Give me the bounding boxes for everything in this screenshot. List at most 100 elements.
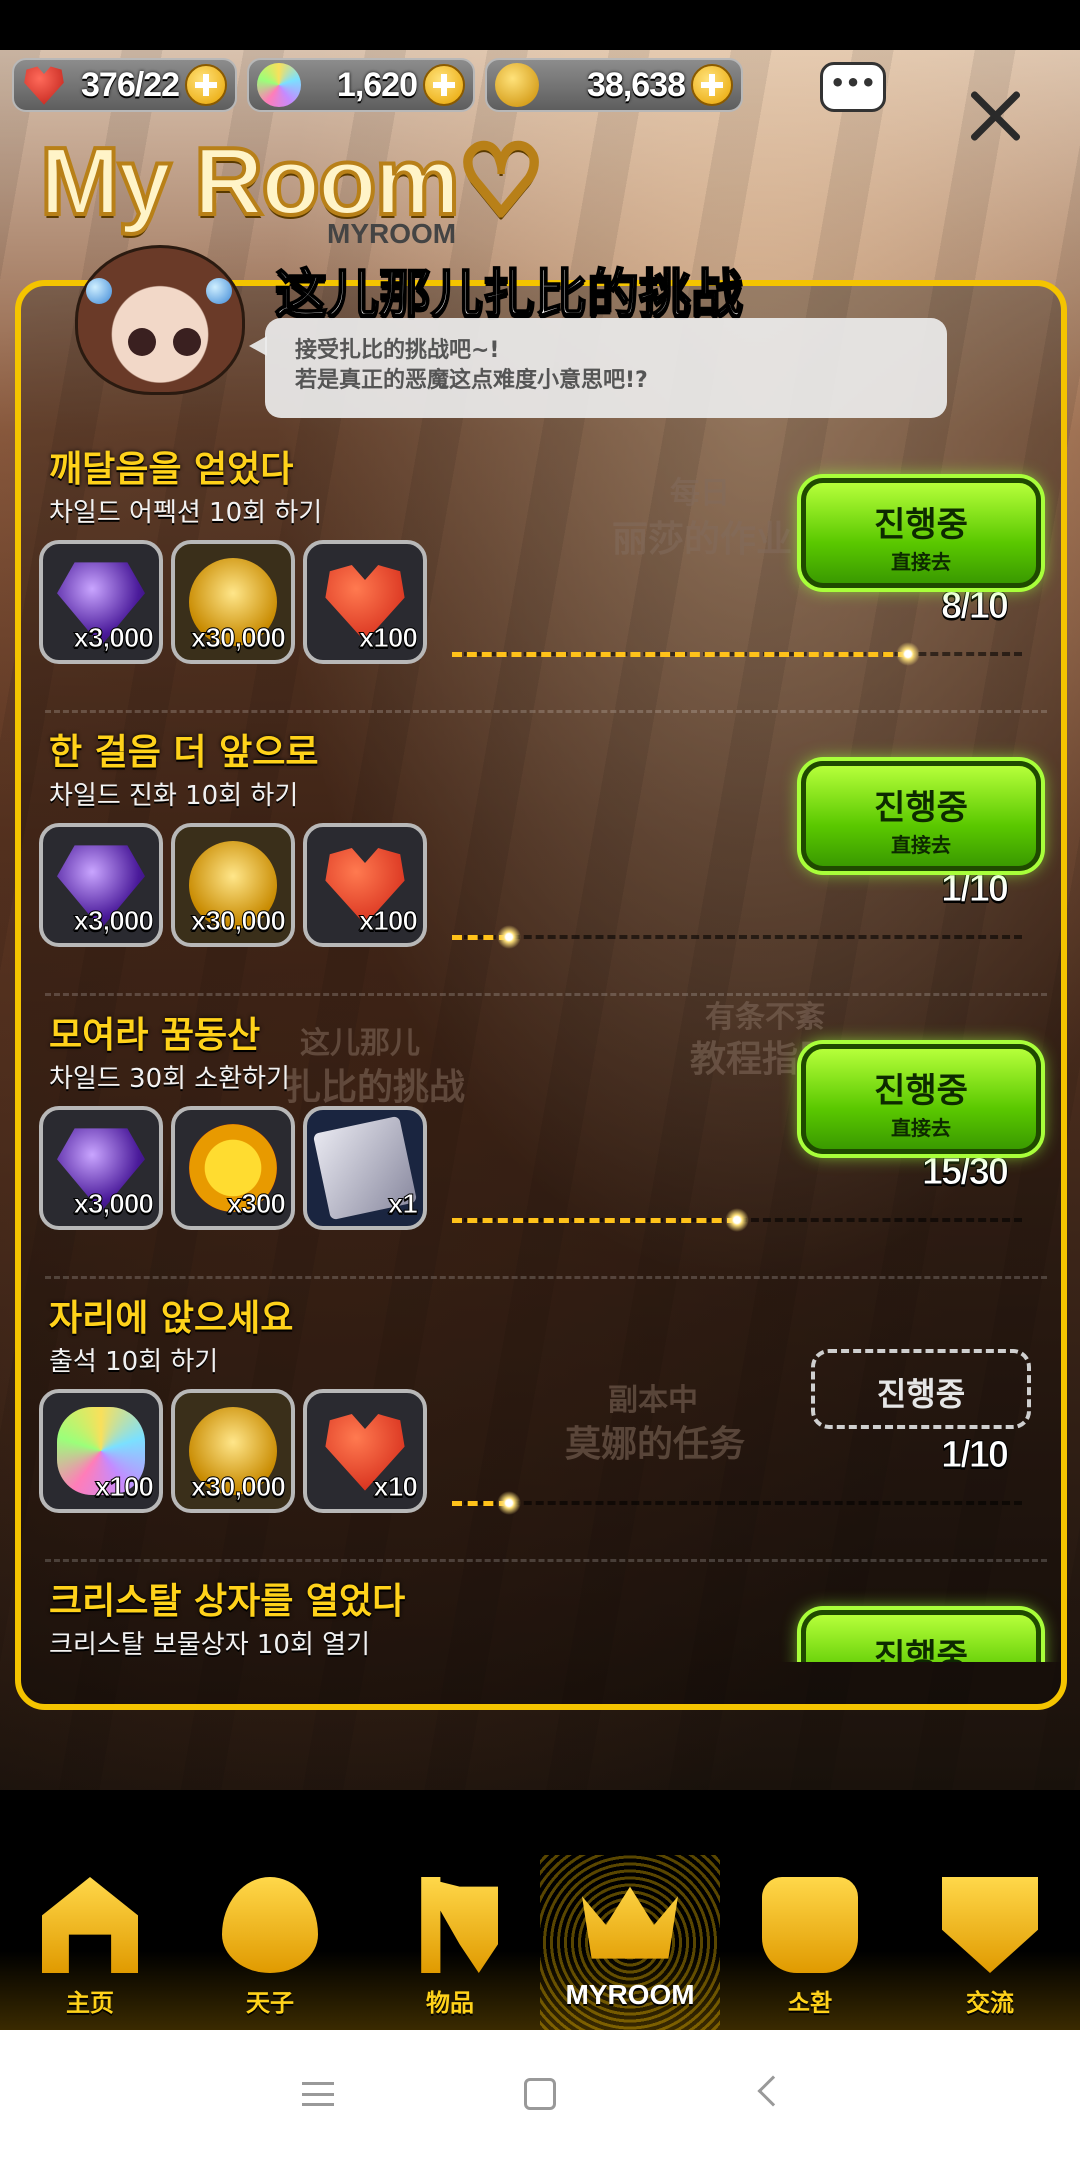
close-icon[interactable] — [965, 85, 1025, 145]
nav-exchange-label: 交流 — [966, 1989, 1014, 2017]
quest-description: 크리스탈 보물상자 10회 열기 — [49, 1630, 370, 1660]
hearts-value: 376/22 — [81, 65, 180, 104]
add-gold-icon[interactable] — [691, 64, 733, 106]
bottom-nav: 主页 天子 物品 MYROOM 소환 交流 — [0, 1855, 1080, 2030]
progress-spark-icon — [896, 642, 920, 666]
potion-heart-icon — [762, 1877, 858, 1973]
speech-bubble: 接受扎比的挑战吧~! 若是真正的恶魔这点难度小意思吧!? — [249, 318, 947, 418]
add-gems-icon[interactable] — [423, 64, 465, 106]
quest-description: 차일드 30회 소환하기 — [49, 1064, 290, 1094]
nav-tianzi-label: 天子 — [246, 1989, 294, 2017]
quest-title: 자리에 앉으세요 — [49, 1298, 294, 1339]
quest-title: 한 걸음 더 앞으로 — [49, 732, 319, 773]
reward-quantity: x3,000 — [73, 622, 155, 654]
reward-item[interactable]: x30,000 — [171, 1389, 295, 1513]
progress-count: 1/10 — [941, 1434, 1010, 1477]
go-button[interactable]: 진행중 直接去 — [801, 1044, 1041, 1154]
go-button-label: 진행중 — [874, 788, 968, 828]
reward-item[interactable]: x3,000 — [39, 823, 163, 947]
quest-item: 크리스탈 상자를 열었다 크리스탈 보물상자 10회 열기 진행중 — [15, 1562, 1067, 1662]
quest-item: 한 걸음 더 앞으로 차일드 진화 10회 하기 x3,000 x30,000 … — [15, 713, 1067, 996]
reward-list: x100 x30,000 x10 — [39, 1389, 427, 1513]
gold-value: 38,638 — [587, 65, 686, 104]
quest-description: 차일드 진화 10회 하기 — [49, 781, 299, 811]
nav-items-label: 物品 — [426, 1989, 474, 2017]
gems-counter[interactable]: 1,620 — [247, 58, 475, 112]
shield-icon — [942, 1877, 1038, 1973]
go-button-label: 진행중 — [874, 505, 968, 545]
quest-item: 자리에 앉으세요 출석 10회 하기 x100 x30,000 x10 1/10… — [15, 1279, 1067, 1562]
resource-bar: 376/22 1,620 38,638 — [12, 58, 743, 114]
reward-item[interactable]: x30,000 — [171, 540, 295, 664]
reward-quantity: x300 — [226, 1188, 286, 1220]
nav-items[interactable]: 物品 — [360, 1855, 540, 2030]
progress-count: 1/10 — [941, 868, 1010, 911]
reward-list: x3,000 x30,000 x100 — [39, 540, 427, 664]
go-button-label: 진행중 — [874, 1071, 968, 1111]
progress-track — [452, 1501, 1022, 1505]
home-square-icon[interactable] — [524, 2078, 556, 2110]
reward-item[interactable]: x100 — [39, 1389, 163, 1513]
reward-list: x3,000 x300 x1 — [39, 1106, 427, 1230]
quest-item: 깨달음을 얻었다 차일드 어펙션 10회 하기 x3,000 x30,000 x… — [15, 430, 1067, 713]
nav-home[interactable]: 主页 — [0, 1855, 180, 2030]
nav-summon[interactable]: 소환 — [720, 1855, 900, 2030]
reward-item[interactable]: x3,000 — [39, 540, 163, 664]
reward-item[interactable]: x100 — [303, 540, 427, 664]
progress-spark-icon — [497, 1491, 521, 1515]
system-nav-bar — [0, 2030, 1080, 2160]
quest-title: 크리스탈 상자를 열었다 — [49, 1581, 406, 1622]
reward-quantity: x30,000 — [190, 905, 286, 937]
heart-icon — [24, 66, 64, 105]
reward-quantity: x1 — [387, 1188, 418, 1220]
quest-description: 출석 10회 하기 — [49, 1347, 219, 1377]
reward-item[interactable]: x300 — [171, 1106, 295, 1230]
nav-home-label: 主页 — [66, 1989, 114, 2017]
nav-myroom[interactable]: MYROOM — [540, 1855, 720, 2030]
go-button[interactable]: 진행중 直接去 — [801, 478, 1041, 588]
eye — [173, 328, 201, 356]
gold-counter[interactable]: 38,638 — [485, 58, 743, 112]
go-button-sublabel: 直接去 — [891, 833, 951, 857]
go-button[interactable]: 진행중 直接去 — [801, 761, 1041, 871]
zabi-avatar — [75, 245, 245, 395]
gem-icon — [257, 63, 301, 107]
eye — [128, 328, 156, 356]
nav-myroom-label: MYROOM — [565, 1979, 695, 2010]
quest-item: 모여라 꿈동산 차일드 30회 소환하기 x3,000 x300 x1 15/3… — [15, 996, 1067, 1279]
quest-title: 모여라 꿈동산 — [49, 1015, 261, 1056]
progress-count: 15/30 — [921, 1151, 1009, 1194]
reward-item[interactable]: x10 — [303, 1389, 427, 1513]
reward-quantity: x10 — [373, 1471, 419, 1503]
progress-count: 8/10 — [941, 585, 1010, 628]
reward-quantity: x100 — [358, 905, 418, 937]
in-progress-button[interactable]: 진행중 — [811, 1349, 1031, 1429]
chat-icon[interactable] — [820, 62, 886, 112]
menu-icon[interactable] — [302, 2082, 334, 2106]
home-icon — [42, 1877, 138, 1973]
reward-item[interactable]: x1 — [303, 1106, 427, 1230]
nav-tianzi[interactable]: 天子 — [180, 1855, 360, 2030]
quest-list[interactable]: 깨달음을 얻었다 차일드 어펙션 10회 하기 x3,000 x30,000 x… — [15, 430, 1067, 1662]
speech-line-1: 接受扎比的挑战吧~! — [295, 338, 500, 363]
back-icon[interactable] — [757, 2075, 789, 2107]
go-button[interactable]: 진행중 — [801, 1610, 1041, 1662]
reward-quantity: x3,000 — [73, 905, 155, 937]
hair-bead-icon — [86, 278, 112, 304]
flame-eye-icon — [222, 1877, 318, 1973]
quest-description: 차일드 어펙션 10회 하기 — [49, 498, 323, 528]
hair-bead-icon — [206, 278, 232, 304]
progress-spark-icon — [497, 925, 521, 949]
go-button-sublabel: 直接去 — [891, 1116, 951, 1140]
progress-fill — [452, 652, 908, 657]
page-subtitle: MYROOM — [327, 218, 457, 249]
reward-item[interactable]: x3,000 — [39, 1106, 163, 1230]
add-hearts-icon[interactable] — [185, 64, 227, 106]
hearts-counter[interactable]: 376/22 — [12, 58, 237, 112]
reward-list: x3,000 x30,000 x100 — [39, 823, 427, 947]
reward-quantity: x100 — [358, 622, 418, 654]
reward-quantity: x100 — [94, 1471, 154, 1503]
reward-item[interactable]: x100 — [303, 823, 427, 947]
nav-exchange[interactable]: 交流 — [900, 1855, 1080, 2030]
reward-item[interactable]: x30,000 — [171, 823, 295, 947]
